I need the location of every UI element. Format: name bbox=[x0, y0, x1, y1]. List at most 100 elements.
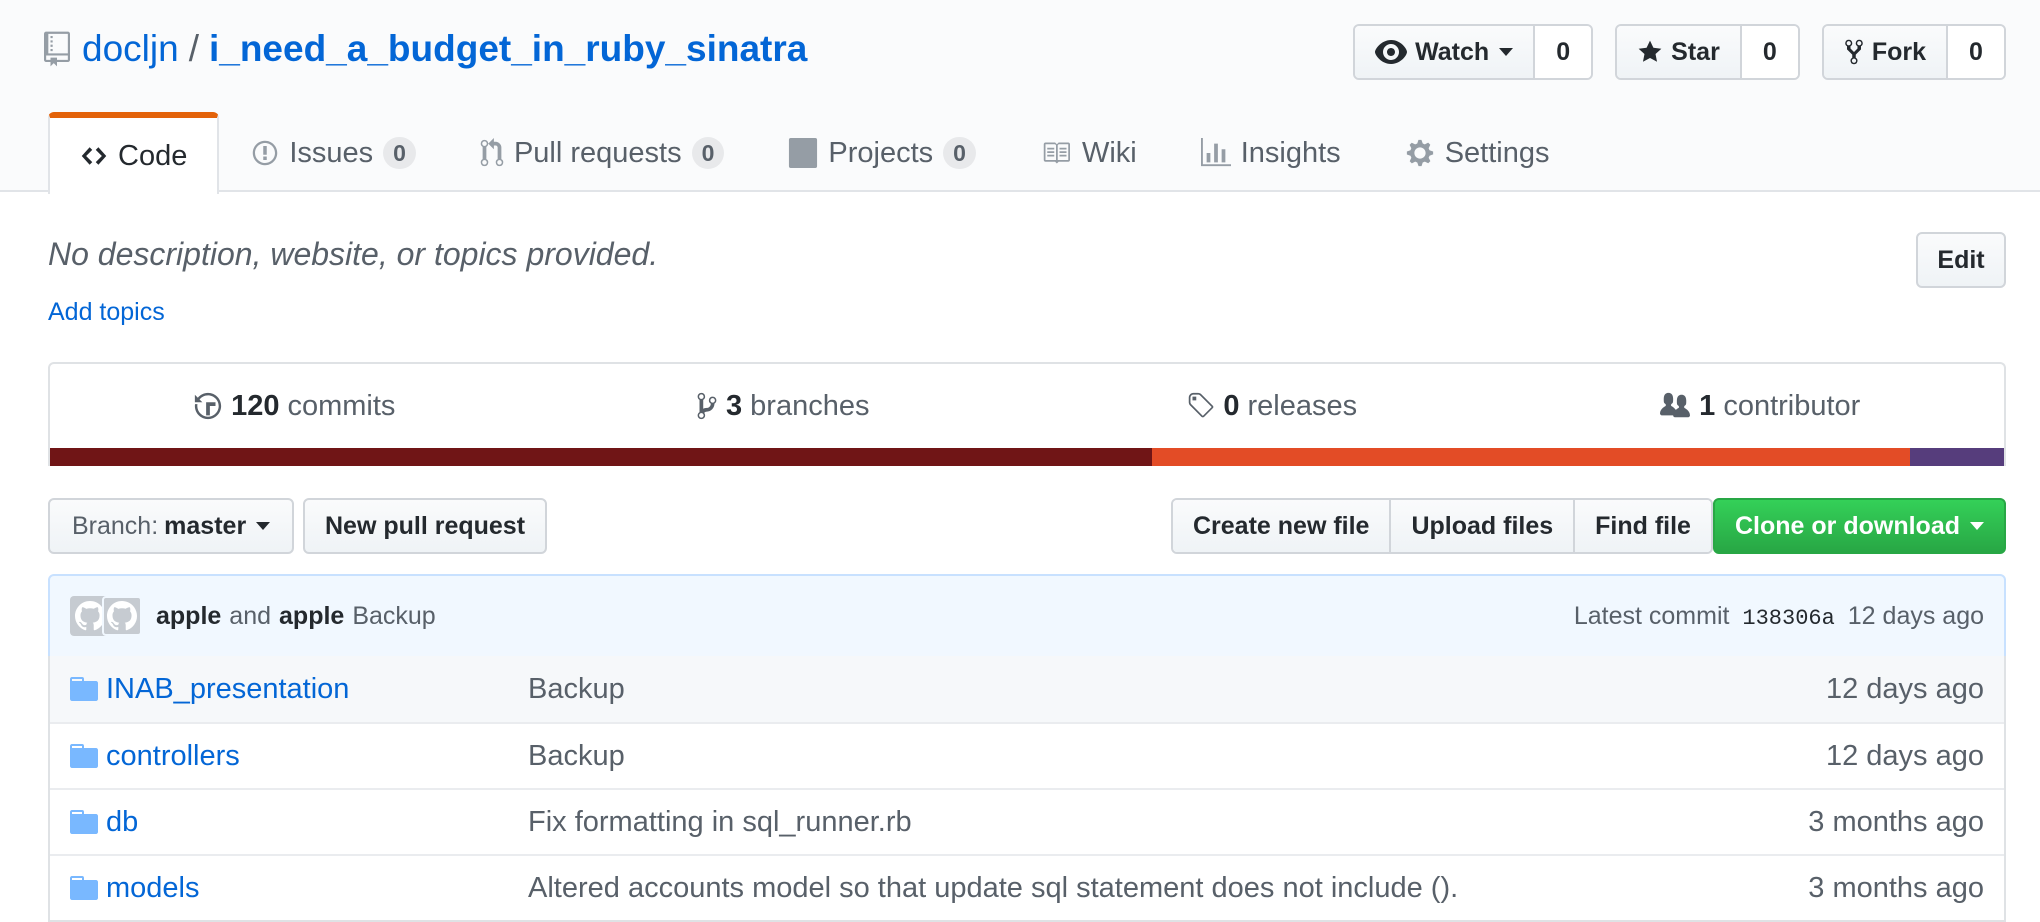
eye-icon bbox=[1375, 40, 1408, 64]
chevron-down-icon bbox=[256, 522, 271, 530]
file-commit-message[interactable]: Backup bbox=[528, 740, 1704, 773]
star-group: Star 0 bbox=[1615, 24, 1800, 80]
clone-label: Clone or download bbox=[1735, 511, 1960, 540]
tab-issues[interactable]: Issues 0 bbox=[219, 112, 448, 192]
octocat-icon bbox=[75, 601, 105, 631]
fork-count[interactable]: 0 bbox=[1948, 26, 2004, 78]
file-name-link[interactable]: db bbox=[106, 806, 528, 839]
repo-owner-link[interactable]: docljn bbox=[82, 28, 179, 70]
tab-insights-label: Insights bbox=[1240, 136, 1341, 169]
latest-commit-label: Latest commit bbox=[1573, 601, 1730, 630]
fork-button[interactable]: Fork bbox=[1823, 26, 1948, 78]
folder-icon bbox=[50, 876, 106, 900]
projects-counter: 0 bbox=[943, 137, 976, 169]
tab-pull-requests-label: Pull requests bbox=[513, 136, 682, 169]
avatar-stack bbox=[70, 596, 142, 636]
commit-message-link[interactable]: Backup bbox=[352, 602, 435, 631]
star-label: Star bbox=[1671, 37, 1720, 66]
tab-code-label: Code bbox=[118, 139, 188, 172]
language-segment[interactable] bbox=[50, 448, 1153, 466]
path-separator: / bbox=[188, 28, 199, 69]
tab-projects-label: Projects bbox=[828, 136, 934, 169]
branch-icon bbox=[697, 392, 717, 420]
octocat-icon bbox=[107, 601, 137, 631]
commit-author-2[interactable]: apple bbox=[279, 602, 344, 631]
fork-icon bbox=[1845, 39, 1863, 65]
issue-icon bbox=[253, 140, 278, 166]
repo-name-link[interactable]: i_need_a_budget_in_ruby_sinatra bbox=[209, 28, 807, 70]
file-name-link[interactable]: models bbox=[106, 872, 528, 905]
language-segment[interactable] bbox=[1910, 448, 2004, 466]
tab-code[interactable]: Code bbox=[48, 112, 220, 194]
avatar[interactable] bbox=[102, 596, 142, 636]
chevron-down-icon bbox=[1970, 522, 1984, 530]
pull-requests-counter: 0 bbox=[691, 137, 725, 169]
file-age: 3 months ago bbox=[1808, 871, 1984, 904]
watch-button[interactable]: Watch bbox=[1355, 26, 1536, 78]
files-table: INAB_presentation Backup 12 days ago con… bbox=[48, 656, 2006, 922]
tab-projects[interactable]: Projects 0 bbox=[756, 112, 1008, 192]
repo-description: No description, website, or topics provi… bbox=[48, 236, 659, 272]
issues-counter: 0 bbox=[383, 137, 416, 169]
repo-title: docljn / i_need_a_budget_in_ruby_sinatra bbox=[44, 28, 807, 70]
code-icon bbox=[81, 147, 107, 165]
latest-commit-bar: apple and apple Backup Latest commit 138… bbox=[48, 574, 2006, 658]
new-pull-request-button[interactable]: New pull request bbox=[303, 498, 548, 554]
folder-icon bbox=[50, 677, 106, 701]
file-commit-message[interactable]: Altered accounts model so that update sq… bbox=[528, 872, 1704, 905]
file-actions-group: Create new file Upload files Find file bbox=[1171, 498, 1713, 554]
clone-or-download-button[interactable]: Clone or download bbox=[1713, 498, 2006, 554]
branch-prefix: Branch: bbox=[72, 511, 159, 540]
tab-settings[interactable]: Settings bbox=[1373, 112, 1582, 192]
gear-icon bbox=[1406, 139, 1433, 167]
tab-pull-requests[interactable]: Pull requests 0 bbox=[448, 112, 756, 192]
commits-link[interactable]: 120 commits bbox=[50, 364, 539, 448]
file-commit-message[interactable]: Backup bbox=[528, 673, 1704, 706]
fork-label: Fork bbox=[1871, 37, 1926, 66]
tab-wiki[interactable]: Wiki bbox=[1008, 112, 1169, 192]
language-segment[interactable] bbox=[1152, 448, 1911, 466]
branches-link[interactable]: 3 branches bbox=[539, 364, 1028, 448]
commit-author-1[interactable]: apple bbox=[156, 602, 221, 631]
create-new-file-button[interactable]: Create new file bbox=[1173, 500, 1392, 552]
repo-nav: Code Issues 0 Pull requests 0 Projects 0… bbox=[48, 112, 1582, 194]
commits-label: commits bbox=[287, 389, 396, 422]
contributors-link[interactable]: 1 contributor bbox=[1516, 364, 2005, 448]
commit-sha-link[interactable]: 138306a bbox=[1742, 606, 1834, 631]
latest-commit-age: 12 days ago bbox=[1847, 601, 1984, 630]
branches-count: 3 bbox=[726, 389, 743, 422]
pull-request-icon bbox=[480, 138, 504, 167]
tab-insights[interactable]: Insights bbox=[1169, 112, 1373, 192]
tab-issues-label: Issues bbox=[289, 136, 374, 169]
commits-count: 120 bbox=[231, 389, 280, 422]
numbers-summary: 120 commits 3 branches 0 releases 1 cont… bbox=[48, 362, 2006, 466]
graph-icon bbox=[1200, 138, 1231, 167]
file-age: 12 days ago bbox=[1825, 739, 1984, 772]
star-icon bbox=[1638, 40, 1662, 62]
star-count[interactable]: 0 bbox=[1741, 26, 1798, 78]
releases-link[interactable]: 0 releases bbox=[1027, 364, 1516, 448]
watch-count[interactable]: 0 bbox=[1535, 26, 1592, 78]
contributors-label: contributor bbox=[1723, 389, 1861, 422]
find-file-button[interactable]: Find file bbox=[1575, 500, 1711, 552]
repo-header: docljn / i_need_a_budget_in_ruby_sinatra… bbox=[0, 0, 2040, 194]
file-name-link[interactable]: INAB_presentation bbox=[106, 673, 528, 706]
latest-commit-info: Latest commit 138306a 12 days ago bbox=[1574, 602, 1984, 631]
file-name-link[interactable]: controllers bbox=[106, 740, 528, 773]
tab-wiki-label: Wiki bbox=[1081, 136, 1137, 169]
table-row: controllers Backup 12 days ago bbox=[50, 722, 2004, 788]
table-row: INAB_presentation Backup 12 days ago bbox=[50, 656, 2004, 722]
file-age: 12 days ago bbox=[1825, 672, 1984, 705]
language-bar[interactable] bbox=[50, 448, 2004, 466]
edit-button[interactable]: Edit bbox=[1916, 232, 2006, 288]
commit-author-conjunction: and bbox=[229, 601, 272, 630]
folder-icon bbox=[50, 810, 106, 834]
add-topics-link[interactable]: Add topics bbox=[48, 298, 165, 327]
branches-label: branches bbox=[750, 389, 870, 422]
book-icon bbox=[1043, 142, 1070, 164]
branch-select-button[interactable]: Branch: master bbox=[48, 498, 295, 554]
upload-files-button[interactable]: Upload files bbox=[1391, 500, 1576, 552]
file-commit-message[interactable]: Fix formatting in sql_runner.rb bbox=[528, 806, 1704, 839]
contributors-count: 1 bbox=[1699, 389, 1716, 422]
star-button[interactable]: Star bbox=[1617, 26, 1742, 78]
